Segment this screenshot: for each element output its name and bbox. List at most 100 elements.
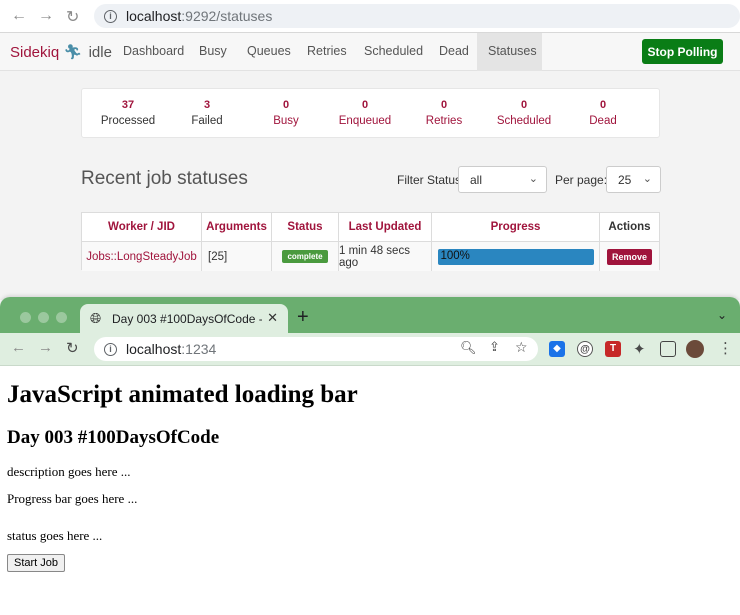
nav-busy[interactable]: Busy bbox=[199, 44, 227, 58]
progress-label: 100% bbox=[440, 249, 470, 262]
stat-label: Scheduled bbox=[496, 115, 552, 127]
tt-extension-icon[interactable]: T bbox=[605, 341, 621, 357]
site-info-icon[interactable]: i bbox=[104, 9, 117, 23]
cell-last-updated: 1 min 48 secs ago bbox=[339, 242, 432, 271]
profile-avatar[interactable] bbox=[686, 340, 704, 358]
share-icon[interactable]: ⇪ bbox=[489, 339, 500, 355]
new-tab-icon[interactable]: + bbox=[297, 306, 309, 329]
reload-icon[interactable]: ↻ bbox=[66, 7, 79, 27]
cell-status: complete bbox=[272, 242, 339, 271]
progress-bar: 100% bbox=[437, 248, 594, 265]
active-tab[interactable]: 🌐︎ Day 003 #100DaysOfCode - JavaScript a… bbox=[80, 304, 288, 333]
stat-value: 37 bbox=[121, 99, 135, 111]
col-actions: Actions bbox=[600, 213, 659, 242]
demo-browser-window: 🌐︎ Day 003 #100DaysOfCode - JavaScript a… bbox=[0, 297, 740, 615]
window-close-control[interactable] bbox=[20, 312, 31, 323]
nav-retries[interactable]: Retries bbox=[307, 44, 347, 58]
col-arguments[interactable]: Arguments bbox=[202, 213, 272, 242]
nav-queues[interactable]: Queues bbox=[247, 44, 291, 58]
per-page-select[interactable]: 25 ⌄ bbox=[606, 166, 661, 193]
description-text: description goes here ... bbox=[7, 464, 131, 479]
back-arrow-icon[interactable]: ← bbox=[11, 7, 27, 25]
sidekiq-brand[interactable]: Sidekiq 🏃︎ idle bbox=[10, 43, 112, 61]
stat-value: 0 bbox=[361, 99, 369, 111]
reload-icon[interactable]: ↻ bbox=[66, 339, 79, 357]
col-worker[interactable]: Worker / JID bbox=[82, 213, 202, 242]
side-panel-icon[interactable] bbox=[660, 341, 676, 357]
stats-summary: 37 Processed 3 Failed 0 Busy 0 Enqueued … bbox=[81, 88, 660, 138]
stat-failed[interactable]: 3 Failed bbox=[167, 99, 247, 127]
tab-search-chevron-icon[interactable]: ⌄ bbox=[717, 308, 727, 322]
cell-progress: 100% bbox=[432, 242, 600, 271]
front-url-field[interactable]: i localhost:1234 🔍︎ ⇪ ☆ bbox=[94, 337, 538, 361]
tab-strip: 🌐︎ Day 003 #100DaysOfCode - JavaScript a… bbox=[0, 297, 740, 333]
status-text: status goes here ... bbox=[7, 528, 103, 543]
stat-processed[interactable]: 37 Processed bbox=[88, 99, 168, 127]
remove-button[interactable]: Remove bbox=[606, 248, 652, 265]
globe-icon: 🌐︎ bbox=[90, 310, 102, 326]
job-status-table: Worker / JID Arguments Status Last Updat… bbox=[81, 212, 660, 271]
front-url-port: :1234 bbox=[181, 341, 217, 357]
cell-actions: Remove bbox=[600, 242, 659, 271]
stop-polling-button[interactable]: Stop Polling bbox=[642, 39, 723, 64]
stat-value: 0 bbox=[440, 99, 448, 111]
forward-arrow-icon[interactable]: → bbox=[38, 7, 54, 25]
cell-arguments: [25] bbox=[202, 242, 272, 271]
per-page-label: Per page: bbox=[555, 173, 608, 187]
filter-status-value: all bbox=[470, 173, 483, 187]
bookmark-star-icon[interactable]: ☆ bbox=[515, 339, 528, 356]
nav-dead[interactable]: Dead bbox=[439, 44, 469, 58]
nav-scheduled[interactable]: Scheduled bbox=[364, 44, 423, 58]
site-info-icon[interactable]: i bbox=[104, 342, 117, 356]
stat-retries[interactable]: 0 Retries bbox=[404, 99, 484, 127]
worker-link[interactable]: Jobs::LongSteadyJob bbox=[86, 251, 197, 263]
brand-name: Sidekiq bbox=[10, 44, 60, 61]
col-progress[interactable]: Progress bbox=[432, 213, 600, 242]
stat-value: 0 bbox=[282, 99, 290, 111]
col-last-updated[interactable]: Last Updated bbox=[339, 213, 432, 242]
brand-figure-icon: 🏃︎ bbox=[63, 44, 83, 61]
chevron-down-icon: ⌄ bbox=[528, 173, 538, 185]
stat-label: Retries bbox=[425, 115, 463, 127]
status-badge: complete bbox=[282, 250, 328, 263]
stat-busy[interactable]: 0 Busy bbox=[246, 99, 326, 127]
nav-statuses[interactable]: Statuses bbox=[488, 44, 537, 58]
start-job-button[interactable]: Start Job bbox=[7, 554, 66, 572]
bookmark-manager-icon[interactable]: ◆ bbox=[549, 341, 565, 357]
back-arrow-icon[interactable]: ← bbox=[11, 339, 26, 356]
zoom-search-icon[interactable]: 🔍︎ bbox=[460, 340, 477, 356]
top-url-field[interactable]: i localhost:9292/statuses bbox=[94, 4, 740, 28]
stat-label: Processed bbox=[100, 115, 156, 127]
calendar-icon[interactable]: @ bbox=[577, 341, 593, 357]
front-url-host: localhost bbox=[126, 341, 182, 357]
kebab-menu-icon[interactable]: ⋮ bbox=[718, 339, 733, 357]
close-tab-icon[interactable]: ✕ bbox=[267, 310, 278, 326]
stat-label: Failed bbox=[191, 115, 223, 127]
filter-status-select[interactable]: all ⌄ bbox=[458, 166, 547, 193]
page-subtitle: Day 003 #100DaysOfCode bbox=[7, 427, 220, 448]
stat-label: Enqueued bbox=[338, 115, 392, 127]
sidekiq-navbar: Sidekiq 🏃︎ idle Dashboard Busy Queues Re… bbox=[0, 33, 740, 71]
window-minimize-control[interactable] bbox=[38, 312, 49, 323]
stat-value: 0 bbox=[599, 99, 607, 111]
filter-status-label: Filter Status: bbox=[397, 173, 465, 187]
page-title: JavaScript animated loading bar bbox=[7, 381, 358, 408]
per-page-value: 25 bbox=[618, 173, 632, 187]
puzzle-icon[interactable]: ✦ bbox=[633, 340, 646, 358]
window-maximize-control[interactable] bbox=[56, 312, 67, 323]
col-status[interactable]: Status bbox=[272, 213, 339, 242]
stat-scheduled[interactable]: 0 Scheduled bbox=[484, 99, 564, 127]
top-address-bar: ← → ↻ i localhost:9292/statuses bbox=[0, 0, 740, 33]
stat-label: Dead bbox=[589, 115, 617, 127]
stat-enqueued[interactable]: 0 Enqueued bbox=[325, 99, 405, 127]
stat-value: 3 bbox=[203, 99, 211, 111]
forward-arrow-icon[interactable]: → bbox=[38, 339, 53, 356]
process-status: idle bbox=[88, 44, 112, 61]
top-url-path: :9292/statuses bbox=[181, 8, 273, 24]
stat-dead[interactable]: 0 Dead bbox=[563, 99, 643, 127]
stat-label: Busy bbox=[273, 115, 299, 127]
cell-worker: Jobs::LongSteadyJob bbox=[82, 242, 202, 271]
top-url-host: localhost bbox=[126, 8, 182, 24]
nav-dashboard[interactable]: Dashboard bbox=[123, 44, 184, 58]
sidekiq-browser-window: ← → ↻ i localhost:9292/statuses Sidekiq … bbox=[0, 0, 740, 300]
